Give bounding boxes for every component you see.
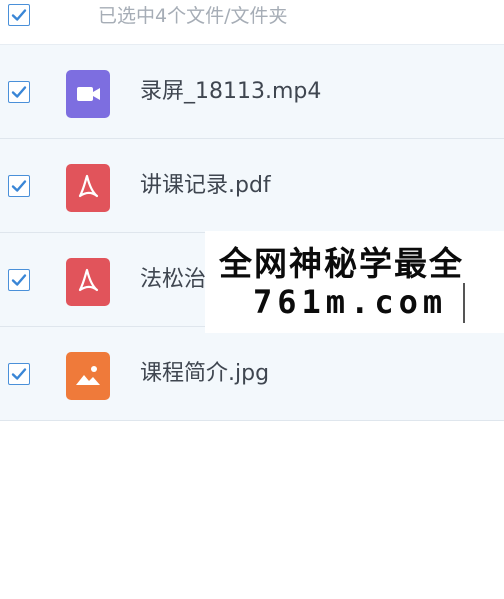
checkmark-icon — [11, 274, 27, 286]
watermark-overlay: 全网神秘学最全 761m.com — [205, 231, 504, 333]
checkmark-icon — [11, 86, 27, 98]
selection-summary: 已选中4个文件/文件夹 — [98, 5, 288, 27]
file-checkbox[interactable] — [8, 175, 30, 197]
file-name[interactable]: 法松治 — [140, 233, 206, 326]
watermark-url: 761m.com — [253, 283, 448, 321]
selection-header: 已选中4个文件/文件夹 — [0, 0, 504, 45]
file-name[interactable]: 课程简介.jpg — [140, 327, 269, 420]
pdf-file-icon — [66, 258, 110, 306]
file-name[interactable]: 录屏_18113.mp4 — [140, 45, 321, 138]
video-file-icon — [66, 70, 110, 118]
file-row[interactable]: 课程简介.jpg — [0, 327, 504, 421]
checkmark-icon — [11, 9, 27, 21]
pdf-file-icon — [66, 164, 110, 212]
file-checkbox[interactable] — [8, 363, 30, 385]
file-checkbox[interactable] — [8, 269, 30, 291]
file-row[interactable]: 录屏_18113.mp4 — [0, 45, 504, 139]
checkmark-icon — [11, 180, 27, 192]
image-file-icon — [66, 352, 110, 400]
text-cursor — [463, 283, 465, 323]
checkmark-icon — [11, 368, 27, 380]
select-all-checkbox[interactable] — [8, 4, 30, 26]
file-row[interactable]: 讲课记录.pdf — [0, 139, 504, 233]
file-checkbox[interactable] — [8, 81, 30, 103]
file-name[interactable]: 讲课记录.pdf — [140, 139, 271, 232]
watermark-title: 全网神秘学最全 — [219, 244, 464, 283]
